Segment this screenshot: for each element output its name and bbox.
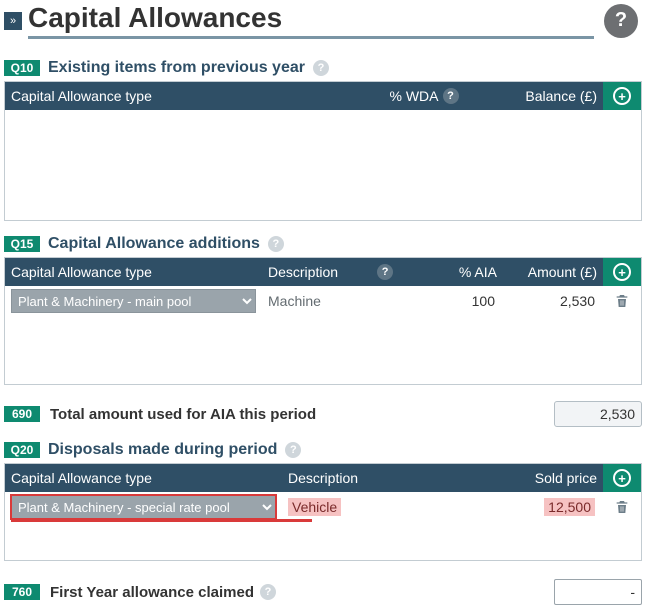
column-header-wda: % WDA ? [345,84,503,108]
description-field[interactable]: Machine [262,291,433,311]
row-760-label: First Year allowance claimed [50,584,254,601]
q10-table-body [5,110,641,220]
help-icon[interactable]: ? [268,236,284,252]
column-header-type: Capital Allowance type [5,84,345,108]
expand-panel-button[interactable]: » [4,12,22,30]
column-header-sold: Sold price [503,466,603,490]
help-icon[interactable]: ? [313,60,329,76]
row-760-number-badge: 760 [4,584,40,600]
delete-row-button[interactable] [603,293,641,309]
q10-number-badge: Q10 [4,60,40,76]
amount-field[interactable]: 2,530 [503,291,603,311]
column-header-amount: Amount (£) [503,260,603,284]
plus-icon: + [613,87,631,105]
aia-percent-field[interactable]: 100 [433,291,503,311]
plus-icon: + [613,263,631,281]
allowance-type-select[interactable]: Plant & Machinery - special rate pool [11,495,276,519]
row-690-label: Total amount used for AIA this period [50,406,544,423]
delete-row-button[interactable] [603,499,641,515]
column-header-aia: % AIA [433,260,503,284]
column-header-type: Capital Allowance type [5,466,282,490]
q10-title: Existing items from previous year [48,59,305,77]
add-row-button[interactable]: + [603,464,641,492]
column-header-balance: Balance (£) [503,84,603,108]
trash-icon [614,293,630,309]
trash-icon [614,499,630,515]
help-icon[interactable]: ? [260,584,276,600]
plus-icon: + [613,469,631,487]
first-year-allowance-input[interactable]: - [554,579,642,605]
add-row-button[interactable]: + [603,258,641,286]
q20-number-badge: Q20 [4,442,40,458]
column-header-description: Description ? [262,260,433,284]
q15-number-badge: Q15 [4,236,40,252]
description-field[interactable]: Vehicle [282,496,503,518]
help-icon[interactable]: ? [443,88,459,104]
table-row: Plant & Machinery - main pool Machine 10… [5,286,641,316]
add-row-button[interactable]: + [603,82,641,110]
column-header-description: Description [282,466,503,490]
row-690-number-badge: 690 [4,406,40,422]
q10-table: Capital Allowance type % WDA ? Balance (… [4,81,642,221]
q20-table: Capital Allowance type Description Sold … [4,463,642,561]
help-icon[interactable]: ? [604,4,638,38]
q15-title: Capital Allowance additions [48,235,260,253]
q15-table: Capital Allowance type Description ? % A… [4,257,642,385]
page-title: Capital Allowances [28,2,594,39]
help-icon[interactable]: ? [285,442,301,458]
q20-title: Disposals made during period [48,441,277,459]
sold-price-field[interactable]: 12,500 [503,496,603,518]
help-icon[interactable]: ? [377,264,393,280]
column-header-type: Capital Allowance type [5,260,262,284]
allowance-type-select[interactable]: Plant & Machinery - main pool [11,289,256,313]
aia-total-value: 2,530 [554,401,642,427]
table-row: Plant & Machinery - special rate pool Ve… [5,492,641,522]
